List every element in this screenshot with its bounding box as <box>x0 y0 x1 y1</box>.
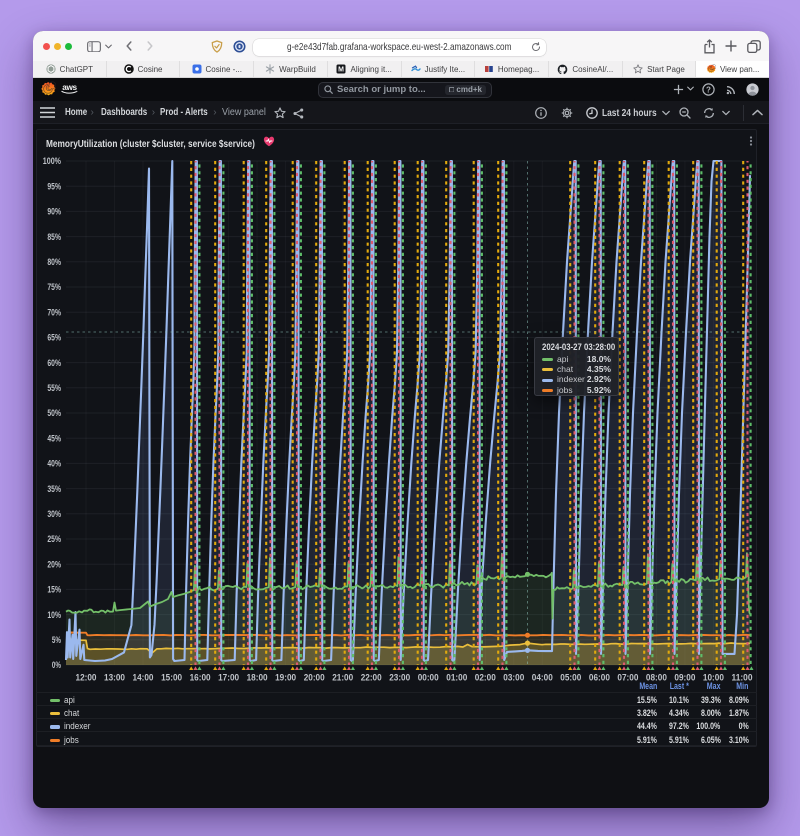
svg-text:01:00: 01:00 <box>446 673 467 683</box>
svg-text:00:00: 00:00 <box>418 673 439 683</box>
svg-text:15%: 15% <box>47 585 61 595</box>
svg-text:04:00: 04:00 <box>532 673 553 683</box>
svg-text:14:00: 14:00 <box>133 673 154 683</box>
svg-text:50%: 50% <box>47 408 61 418</box>
svg-text:07:00: 07:00 <box>617 673 638 683</box>
svg-text:?: ? <box>706 85 711 94</box>
svg-text:65%: 65% <box>47 333 61 343</box>
svg-text:22:00: 22:00 <box>361 673 382 683</box>
svg-text:17:00: 17:00 <box>218 673 239 683</box>
svg-text:02:00: 02:00 <box>475 673 496 683</box>
svg-text:40%: 40% <box>47 459 61 469</box>
svg-text:13:00: 13:00 <box>104 673 125 683</box>
svg-text:05:00: 05:00 <box>560 673 581 683</box>
svg-text:18:00: 18:00 <box>247 673 268 683</box>
svg-text:5%: 5% <box>52 635 61 645</box>
svg-text:25%: 25% <box>47 534 61 544</box>
svg-text:95%: 95% <box>47 181 61 191</box>
svg-text:45%: 45% <box>47 433 61 443</box>
svg-text:75%: 75% <box>47 282 61 292</box>
svg-text:M: M <box>339 67 345 74</box>
svg-text:80%: 80% <box>47 257 61 267</box>
svg-text:03:00: 03:00 <box>503 673 524 683</box>
svg-text:0%: 0% <box>52 660 61 670</box>
svg-text:70%: 70% <box>47 307 61 317</box>
svg-text:16:00: 16:00 <box>190 673 211 683</box>
svg-text:06:00: 06:00 <box>589 673 610 683</box>
svg-text:20:00: 20:00 <box>304 673 325 683</box>
svg-text:20%: 20% <box>47 559 61 569</box>
svg-text:35%: 35% <box>47 484 61 494</box>
svg-text:aws: aws <box>62 83 77 92</box>
svg-text:85%: 85% <box>47 232 61 242</box>
svg-text:55%: 55% <box>47 383 61 393</box>
svg-text:90%: 90% <box>47 207 61 217</box>
svg-text:19:00: 19:00 <box>275 673 296 683</box>
svg-text:12:00: 12:00 <box>76 673 97 683</box>
svg-text:60%: 60% <box>47 358 61 368</box>
svg-text:23:00: 23:00 <box>389 673 410 683</box>
svg-text:100%: 100% <box>43 156 61 166</box>
svg-text:21:00: 21:00 <box>332 673 353 683</box>
svg-text:30%: 30% <box>47 509 61 519</box>
svg-text:10%: 10% <box>47 610 61 620</box>
svg-text:15:00: 15:00 <box>161 673 182 683</box>
